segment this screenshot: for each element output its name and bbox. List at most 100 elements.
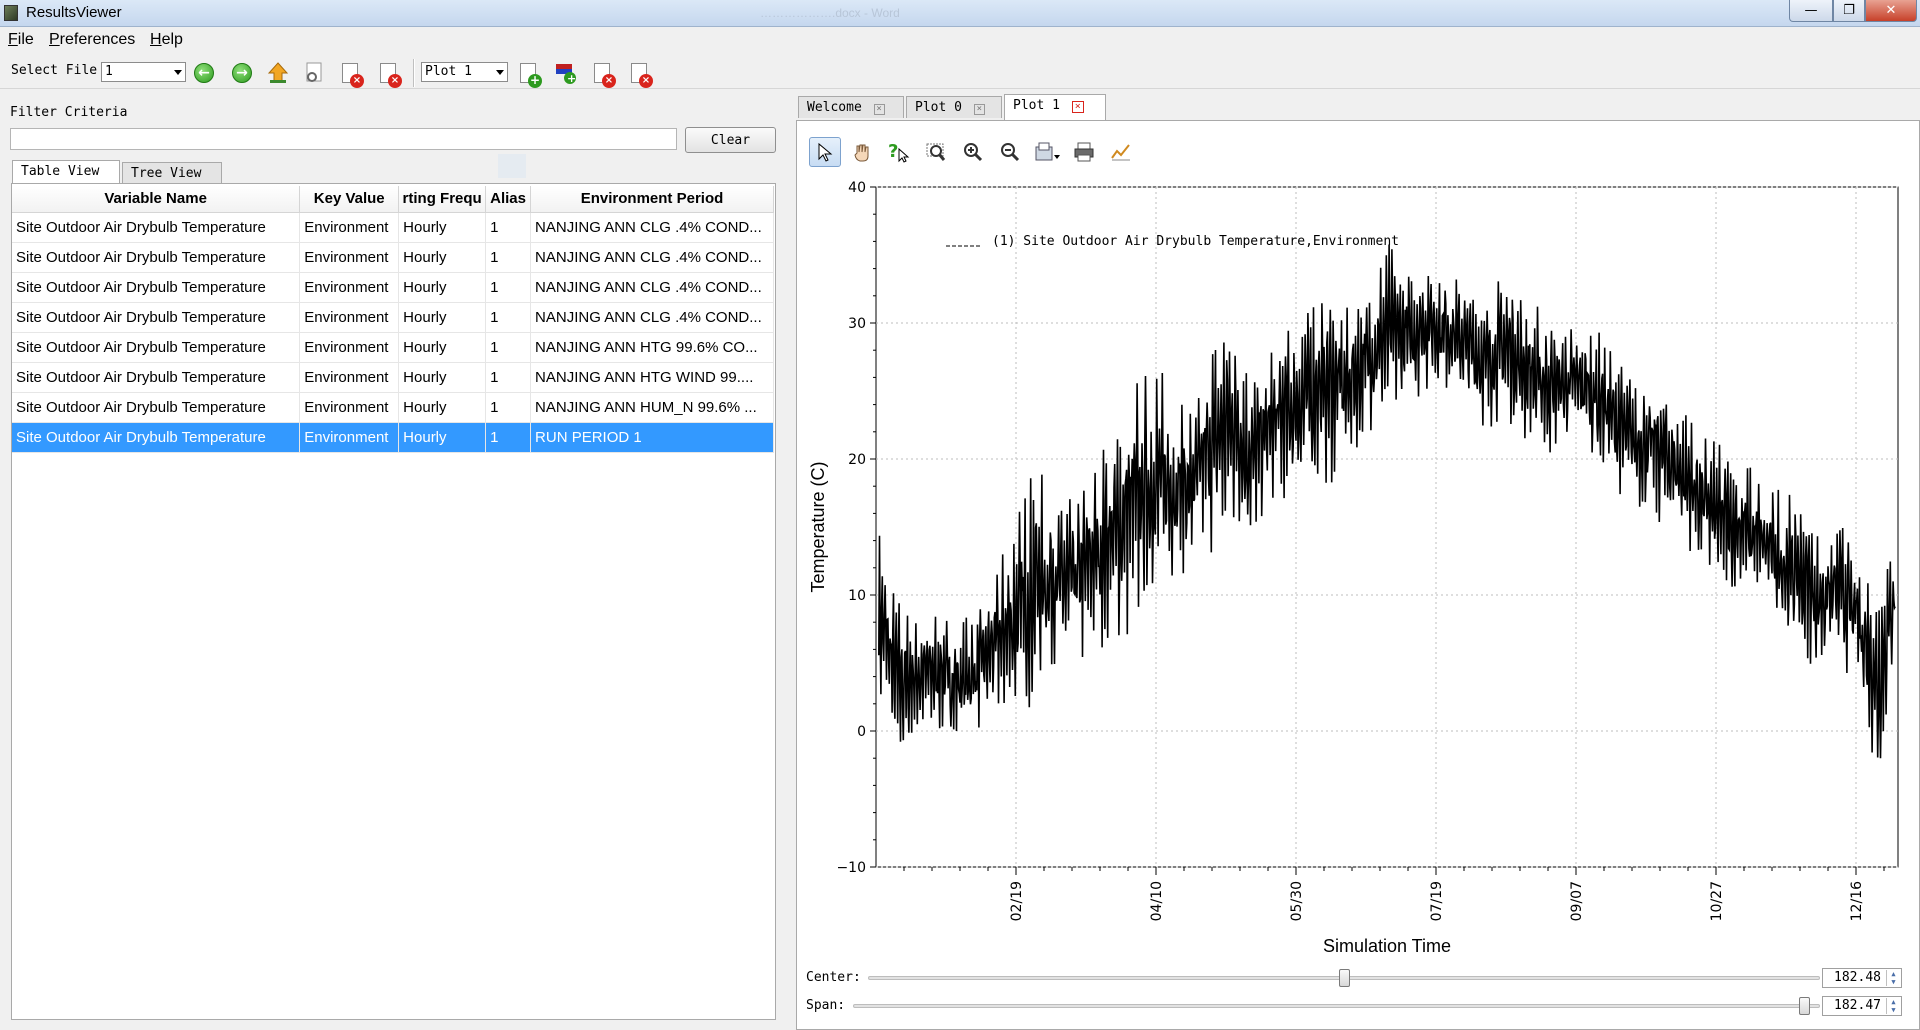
menu-file[interactable]: File (8, 31, 34, 49)
spin-arrows-icon[interactable]: ▲ ▼ (1886, 998, 1900, 1014)
column-header-environment-period[interactable]: Environment Period (530, 186, 774, 213)
pan-hand-icon[interactable] (846, 137, 878, 167)
cell-alias: 1 (485, 242, 532, 273)
maximize-button[interactable]: ❐ (1833, 0, 1865, 22)
table-header-row: Variable Name Key Value rting Frequ Alia… (12, 186, 774, 213)
select-file-combo[interactable]: 1 (101, 62, 186, 82)
line-style-icon[interactable] (1105, 137, 1137, 167)
cell-environment-period: RUN PERIOD 1 (530, 422, 774, 453)
x-tick-label: 12/16 (1849, 881, 1865, 921)
table-row[interactable]: Site Outdoor Air Drybulb Temperature Envi… (12, 302, 774, 333)
temperature-series-line (878, 244, 1896, 759)
span-label: Span: (806, 998, 846, 1013)
close-window-button[interactable]: ✕ (1865, 0, 1917, 22)
back-arrow-icon[interactable]: ← (192, 61, 216, 85)
x-tick-label: 02/19 (1009, 881, 1025, 921)
y-tick-label: 0 (857, 724, 866, 740)
cell-frequency: Hourly (398, 362, 487, 393)
span-slider-thumb[interactable] (1799, 997, 1811, 1015)
x-tick-label: 10/27 (1709, 881, 1725, 921)
cell-variable-name: Site Outdoor Air Drybulb Temperature (12, 392, 301, 423)
cell-key-value: Environment (299, 362, 400, 393)
cell-alias: 1 (485, 212, 532, 243)
table-row[interactable]: Site Outdoor Air Drybulb Temperature Envi… (12, 392, 774, 423)
cell-alias: 1 (485, 272, 532, 303)
cell-alias: 1 (485, 302, 532, 333)
plot-select-combo[interactable]: Plot 1 (421, 62, 508, 82)
tab-table-view[interactable]: Table View (12, 160, 120, 184)
menu-help[interactable]: Help (150, 31, 183, 49)
close-tab-icon[interactable]: × (873, 104, 885, 115)
select-arrow-icon[interactable] (809, 137, 841, 167)
add-plot-variable-icon[interactable]: + (553, 61, 577, 85)
chevron-down-icon (174, 70, 182, 75)
zoom-in-icon[interactable] (957, 137, 989, 167)
y-tick-label: 10 (848, 588, 866, 604)
x-tick-label: 07/19 (1429, 881, 1445, 921)
cell-key-value: Environment (299, 242, 400, 273)
cell-frequency: Hourly (398, 212, 487, 243)
document-search-icon[interactable] (302, 61, 326, 85)
svg-text:+: + (567, 72, 576, 85)
center-spinbox[interactable]: 182.48 ▲ ▼ (1822, 968, 1902, 988)
close-tab-icon[interactable]: × (973, 104, 985, 115)
cell-frequency: Hourly (398, 392, 487, 423)
close-file-icon[interactable]: × (338, 61, 364, 88)
zoom-out-icon[interactable] (994, 137, 1026, 167)
forward-arrow-icon[interactable]: → (230, 61, 254, 85)
background-window-title: ……………….docx - Word (760, 6, 900, 20)
help-arrow-icon[interactable]: ? (883, 137, 915, 167)
table-row-selected[interactable]: Site Outdoor Air Drybulb Temperature Envi… (12, 422, 774, 453)
tab-welcome-label: Welcome (807, 100, 862, 115)
table-row[interactable]: Site Outdoor Air Drybulb Temperature Envi… (12, 212, 774, 243)
temperature-chart: −10 0 10 20 30 40 02/19 04/10 05/30 07/19 09/07 10/… (808, 180, 1899, 956)
column-header-reporting-frequency[interactable]: rting Frequ (398, 186, 487, 213)
plot-select-value: Plot 1 (425, 64, 472, 79)
tab-tree-view[interactable]: Tree View (122, 162, 222, 184)
cell-frequency: Hourly (398, 242, 487, 273)
menu-preferences[interactable]: Preferences (49, 31, 135, 49)
cell-alias: 1 (485, 392, 532, 423)
spin-arrows-icon[interactable]: ▲ ▼ (1886, 970, 1900, 986)
app-icon (4, 5, 18, 21)
filter-input[interactable] (10, 128, 677, 150)
cell-frequency: Hourly (398, 302, 487, 333)
export-icon[interactable] (1031, 137, 1063, 167)
cell-variable-name: Site Outdoor Air Drybulb Temperature (12, 212, 301, 243)
add-plot-icon[interactable]: + (516, 61, 542, 88)
print-icon[interactable] (1068, 137, 1100, 167)
span-spinbox[interactable]: 182.47 ▲ ▼ (1822, 996, 1902, 1016)
clear-button[interactable]: Clear (685, 127, 776, 153)
tab-plot-1[interactable]: Plot 1 × (1004, 94, 1106, 120)
close-all-files-icon[interactable]: × (376, 61, 402, 88)
y-tick-label: 30 (848, 316, 866, 332)
center-slider-thumb[interactable] (1338, 969, 1350, 987)
span-slider-track[interactable] (853, 1004, 1820, 1008)
zoom-window-icon[interactable] (920, 137, 952, 167)
table-row[interactable]: Site Outdoor Air Drybulb Temperature Envi… (12, 362, 774, 393)
table-row[interactable]: Site Outdoor Air Drybulb Temperature Envi… (12, 242, 774, 273)
legend-label: (1) Site Outdoor Air Drybulb Temperature… (992, 234, 1399, 249)
cell-variable-name: Site Outdoor Air Drybulb Temperature (12, 362, 301, 393)
cell-key-value: Environment (299, 272, 400, 303)
minimize-button[interactable]: — (1789, 0, 1833, 22)
tab-plot-0[interactable]: Plot 0 × (906, 96, 1002, 118)
span-value: 182.47 (1834, 998, 1881, 1013)
remove-all-plots-icon[interactable]: × (627, 61, 653, 88)
cell-environment-period: NANJING ANN HTG 99.6% CO... (530, 332, 774, 363)
remove-plot-icon[interactable]: × (590, 61, 616, 88)
toolbar: Select File 1 ← → × × Plot 1 + + × × (0, 53, 1920, 89)
menu-bar: File Preferences Help (0, 27, 1920, 51)
toolbar-separator (413, 59, 415, 87)
cell-key-value: Environment (299, 422, 400, 453)
table-row[interactable]: Site Outdoor Air Drybulb Temperature Envi… (12, 332, 774, 363)
column-header-key-value[interactable]: Key Value (299, 186, 400, 213)
column-header-variable-name[interactable]: Variable Name (12, 186, 301, 213)
tab-welcome[interactable]: Welcome × (798, 96, 904, 118)
upload-icon[interactable] (266, 61, 290, 85)
table-row[interactable]: Site Outdoor Air Drybulb Temperature Envi… (12, 272, 774, 303)
column-header-alias[interactable]: Alias (485, 186, 532, 213)
close-tab-icon[interactable]: × (1071, 101, 1084, 113)
title-bar: ResultsViewer ……………….docx - Word — ❐ ✕ (0, 0, 1920, 27)
y-tick-label: 20 (848, 452, 866, 468)
